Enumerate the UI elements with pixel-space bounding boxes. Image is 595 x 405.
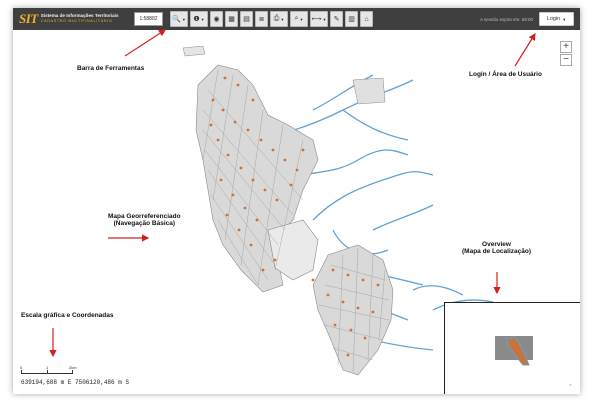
sit-logo: SIT Sistema de Informações Territoriais … bbox=[13, 8, 131, 30]
pencil-tool-button[interactable]: ✎ bbox=[330, 11, 343, 27]
home-tool-button[interactable]: ⌂ bbox=[360, 11, 373, 27]
eye-icon: ◉ bbox=[213, 16, 220, 23]
magnifier-zoom-tool-button[interactable]: 🔍 ▼ bbox=[170, 11, 188, 27]
logo-mark: SIT bbox=[19, 11, 38, 26]
scale-field[interactable]: 1:58882 bbox=[134, 12, 163, 26]
document-tool-button[interactable]: ▤ bbox=[240, 11, 253, 27]
toolbar: SIT Sistema de Informações Territoriais … bbox=[13, 8, 580, 30]
logo-subtitle: CADASTRO MULTIFINALITÁRIO bbox=[40, 18, 113, 23]
login-button[interactable]: Login ▼ bbox=[539, 12, 574, 26]
scale-bar: 0 1 2km bbox=[20, 365, 81, 376]
measure-icon: ⟷ bbox=[311, 16, 322, 23]
list-icon: ≣ bbox=[258, 16, 265, 23]
overview-map[interactable] bbox=[444, 302, 580, 394]
print-icon: ⎙ bbox=[273, 15, 280, 22]
logo-text: Sistema de Informações Territoriais CADA… bbox=[41, 14, 119, 23]
grid-icon: ▦ bbox=[228, 16, 235, 23]
chevron-down-icon: ▼ bbox=[562, 16, 567, 22]
search-icon: ⌕ bbox=[294, 15, 299, 22]
zoom-in-button[interactable]: + bbox=[560, 41, 572, 53]
coordinates-readout: 639194,688 m E 7506120,486 m S bbox=[21, 379, 130, 386]
search-tool-button[interactable]: ⌕ ▼ bbox=[290, 11, 308, 27]
label-login: Login / Área de Usuário bbox=[469, 71, 542, 78]
scale-label-2: 2km bbox=[69, 365, 77, 370]
chevron-down-icon: ▼ bbox=[322, 16, 327, 22]
table-tool-button[interactable]: ▥ bbox=[345, 11, 358, 27]
zoom-out-button[interactable]: − bbox=[560, 54, 572, 66]
print-tool-button[interactable]: ⎙ ▼ bbox=[270, 11, 288, 27]
eye-tool-button[interactable]: ◉ bbox=[210, 11, 223, 27]
table-icon: ▥ bbox=[348, 16, 355, 23]
document-icon: ▤ bbox=[243, 16, 250, 23]
grid-tool-button[interactable]: ▦ bbox=[225, 11, 238, 27]
label-overview-line1: Overview bbox=[482, 241, 511, 248]
list-tool-button[interactable]: ≣ bbox=[255, 11, 268, 27]
chevron-down-icon: ▼ bbox=[280, 16, 285, 22]
info-tool-button[interactable]: ❶ ▼ bbox=[190, 11, 208, 27]
scale-label-1: 1 bbox=[46, 365, 49, 370]
label-overview: Overview (Mapa de Localização) bbox=[462, 241, 531, 255]
attribution-toggle[interactable]: ^ bbox=[569, 384, 572, 390]
pencil-icon: ✎ bbox=[333, 16, 340, 23]
login-label: Login bbox=[546, 16, 561, 22]
measure-tool-button[interactable]: ⟷ ▼ bbox=[310, 11, 328, 27]
home-icon: ⌂ bbox=[364, 15, 369, 23]
scale-label-0: 0 bbox=[20, 365, 23, 370]
label-map-line2: (Navegação Básica) bbox=[113, 220, 176, 227]
label-overview-line2: (Mapa de Localização) bbox=[462, 248, 531, 255]
zoom-controls: + − bbox=[560, 41, 572, 67]
label-map: Mapa Georreferenciado (Navegação Básica) bbox=[108, 213, 181, 227]
session-timer: A sessão expira em: 59:00 bbox=[479, 16, 533, 22]
app-window: SIT Sistema de Informações Territoriais … bbox=[13, 8, 580, 394]
label-scale: Escala gráfica e Coordenadas bbox=[21, 312, 114, 319]
label-toolbar: Barra de Ferramentas bbox=[77, 65, 145, 72]
overview-city-shape bbox=[506, 336, 530, 366]
magnifier-zoom-icon: 🔍 bbox=[172, 16, 181, 23]
label-map-line1: Mapa Georreferenciado bbox=[108, 213, 181, 220]
chevron-down-icon: ▼ bbox=[200, 16, 205, 22]
chevron-down-icon: ▼ bbox=[299, 16, 304, 22]
tool-buttons: 🔍 ▼ ❶ ▼ ◉ ▦ ▤ ≣ ⎙ ▼ ⌕ ▼ ⟷ ▼ ✎ ▥ ⌂ bbox=[170, 8, 375, 30]
chevron-down-icon: ▼ bbox=[181, 16, 186, 22]
info-icon: ❶ bbox=[193, 16, 200, 23]
